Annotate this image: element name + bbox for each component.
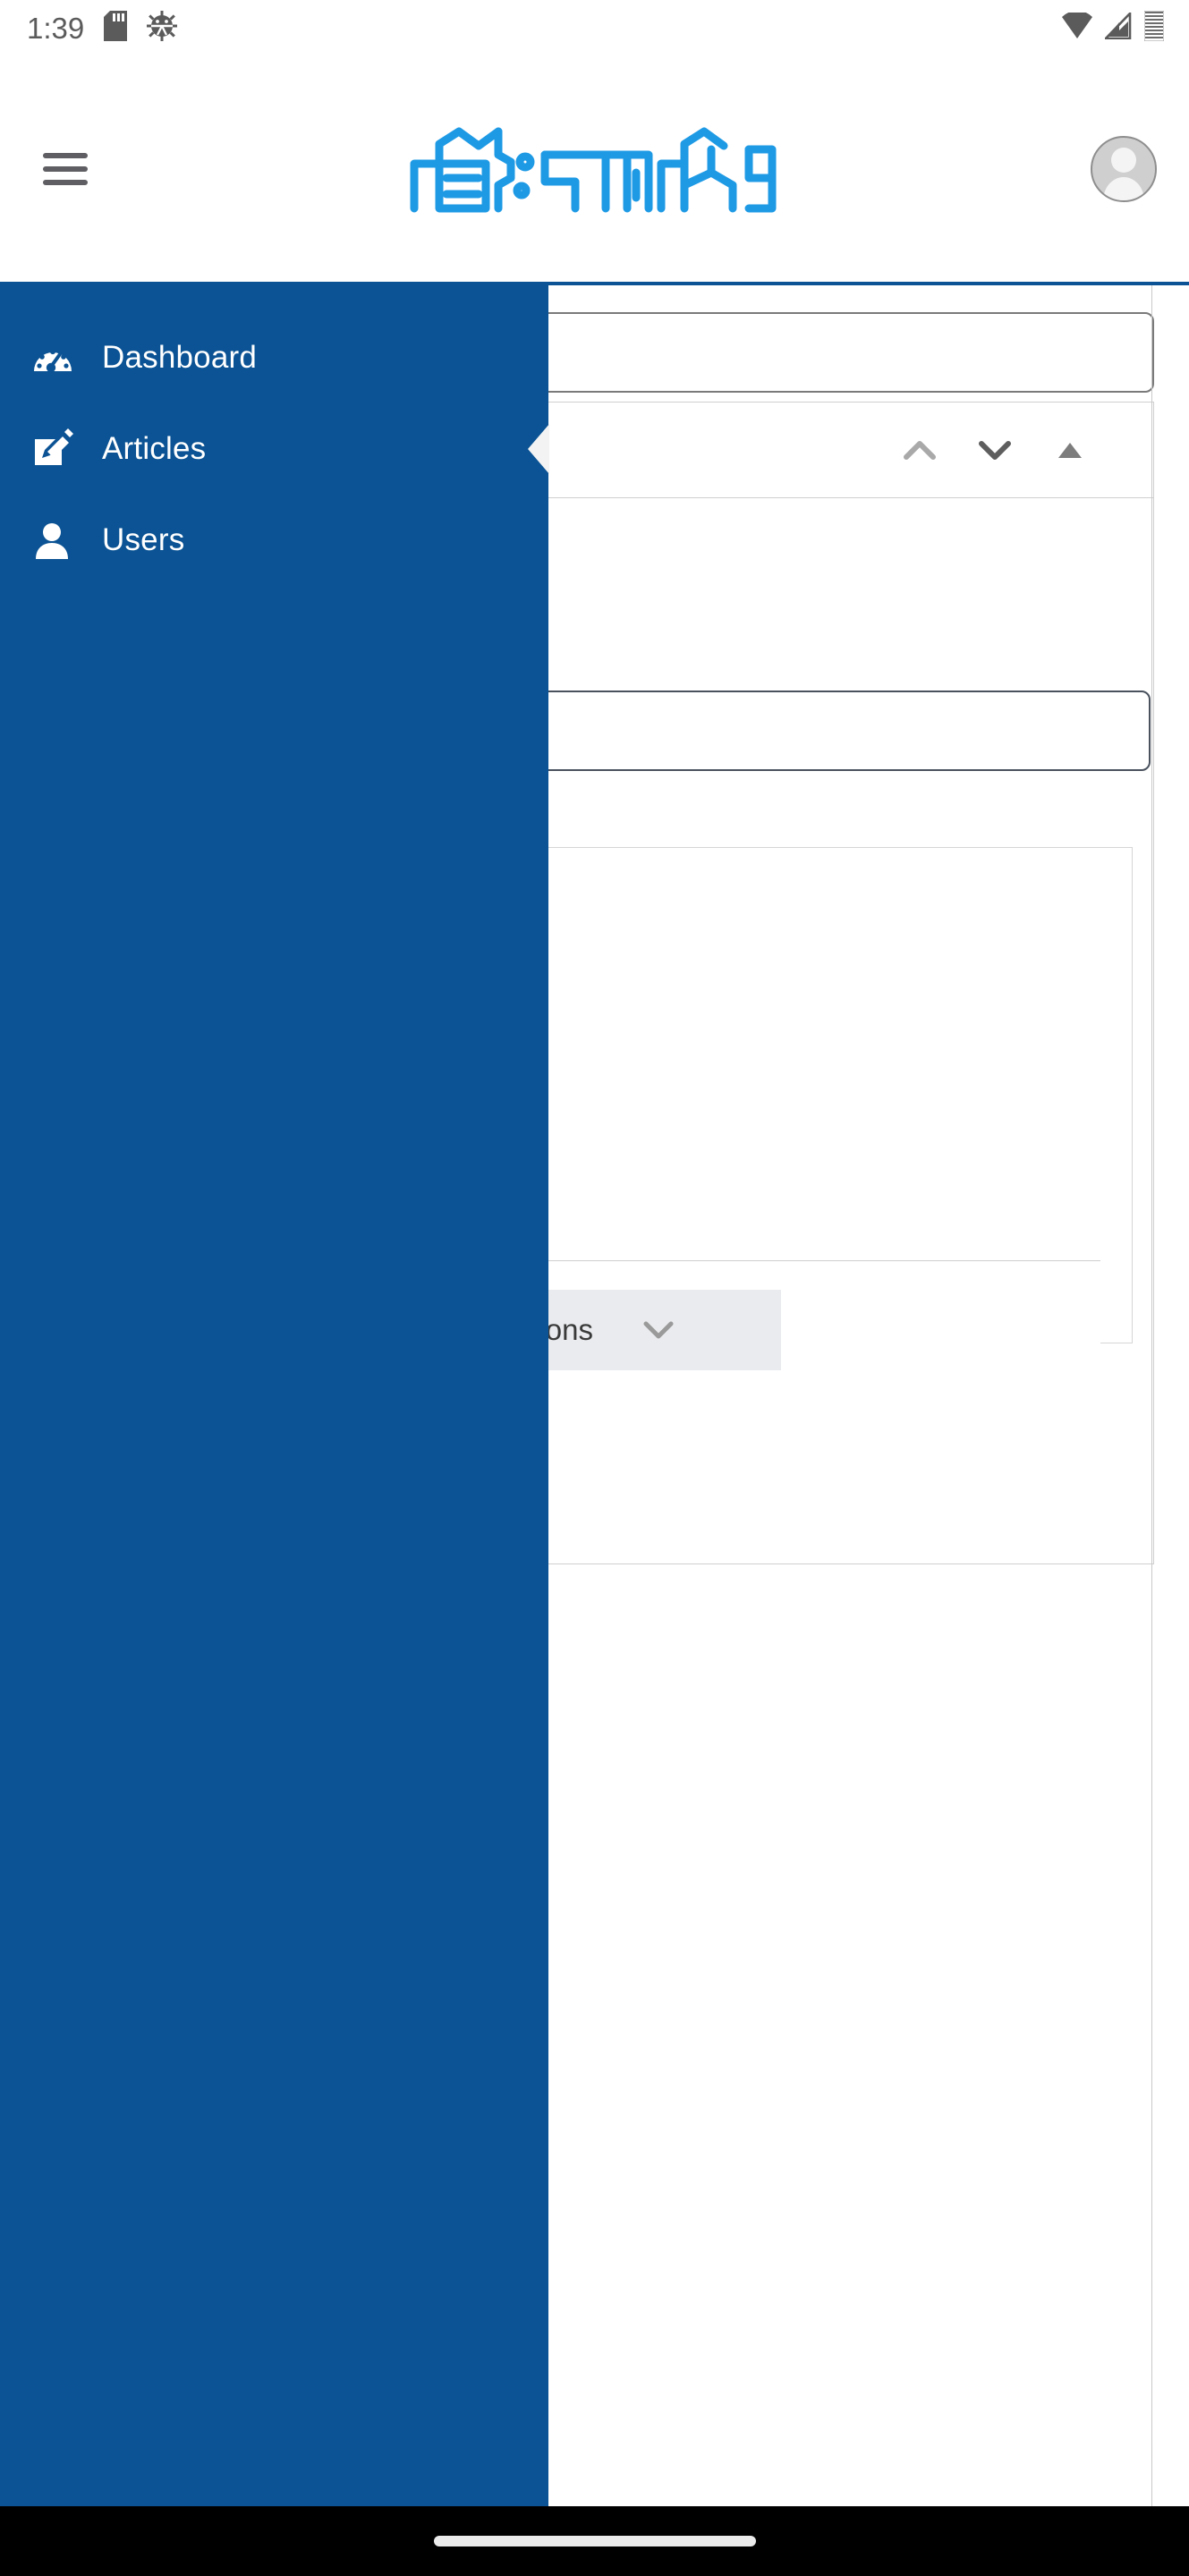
brand-logo[interactable]: [98, 123, 1091, 216]
sort-asc-triangle-icon[interactable]: [1053, 433, 1087, 467]
sort-down-icon[interactable]: [978, 433, 1012, 467]
page-right-edge: [1151, 285, 1152, 2506]
app-header: [0, 55, 1189, 282]
active-item-pointer-icon: [528, 424, 549, 474]
status-bar-left: 1:39: [27, 10, 178, 46]
hamburger-bar-2: [43, 165, 88, 172]
content-area: m Bulk actions: [0, 282, 1189, 2506]
tachometer-dashboard-icon: [32, 337, 73, 378]
sidebar-item-label-articles: Articles: [102, 431, 207, 466]
android-gear-icon: [147, 10, 178, 46]
hamburger-bar-1: [43, 152, 88, 158]
status-clock: 1:39: [27, 11, 85, 45]
cellular-signal-icon: [1102, 10, 1132, 44]
sidebar-item-label-dashboard: Dashboard: [102, 340, 258, 375]
hamburger-bar-3: [43, 179, 88, 185]
home-gesture-pill[interactable]: [433, 2536, 756, 2546]
sidebar-item-users[interactable]: Users: [0, 495, 548, 586]
android-status-bar: 1:39: [0, 0, 1189, 55]
status-bar-right: [1062, 10, 1165, 46]
sidebar-menu: Dashboard Articles Users: [0, 312, 549, 586]
wifi-icon: [1062, 10, 1092, 44]
app-root: 1:39 Dashboard Articles Users: [0, 0, 1189, 2576]
eenadu-logo-icon: [410, 127, 776, 212]
android-navigation-bar: [0, 2506, 1189, 2576]
avatar-silhouette: [1092, 138, 1155, 200]
user-avatar-icon[interactable]: [1091, 135, 1157, 202]
sidebar-item-label-users: Users: [102, 522, 185, 557]
hamburger-menu-icon[interactable]: [32, 136, 98, 202]
sort-up-icon[interactable]: [903, 433, 937, 467]
battery-icon: [1143, 10, 1165, 46]
navigation-drawer: Dashboard Articles Users: [0, 285, 549, 2506]
chevron-down-icon: [643, 1320, 674, 1340]
sidebar-item-articles[interactable]: Articles: [0, 403, 549, 495]
sd-card-icon: [104, 10, 128, 46]
user-person-icon: [32, 520, 73, 561]
pencil-edit-icon: [32, 428, 73, 470]
sidebar-item-dashboard[interactable]: Dashboard: [0, 312, 548, 403]
